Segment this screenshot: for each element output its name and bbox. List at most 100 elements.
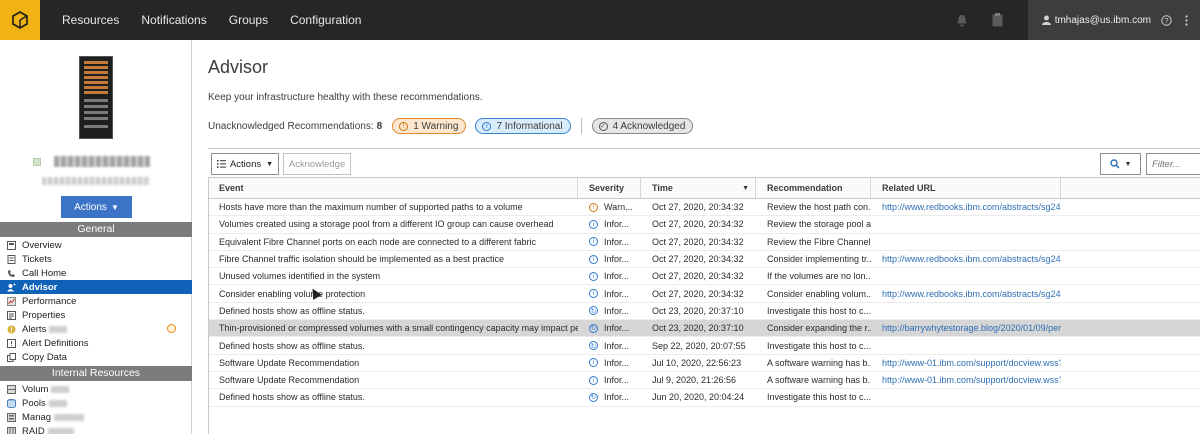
acknowledge-button[interactable]: Acknowledge — [283, 153, 351, 175]
sidebar-item-managed-disks[interactable]: Manag — [0, 410, 192, 424]
column-header-related-url[interactable]: Related URL — [871, 178, 1061, 198]
device-actions-button[interactable]: Actions ▼ — [61, 196, 132, 218]
clipboard-icon[interactable] — [980, 0, 1016, 40]
cell-severity: ↻ Infor... — [578, 389, 641, 405]
sidebar-item-raid[interactable]: RAID — [0, 424, 192, 434]
sidebar-item-properties[interactable]: Properties — [0, 308, 192, 322]
table-row[interactable]: Thin-provisioned or compressed volumes w… — [208, 320, 1200, 338]
column-header-time[interactable]: Time ▼ — [641, 178, 756, 198]
cell-time: Oct 23, 2020, 20:37:10 — [652, 323, 744, 334]
cell-event: Volumes created using a storage pool fro… — [219, 219, 554, 230]
table-row[interactable]: Software Update Recommendation i Infor... J… — [208, 355, 1200, 372]
severity-label: Infor... — [604, 254, 630, 265]
cell-severity: i Infor... — [578, 216, 641, 232]
info-icon: i — [589, 219, 598, 229]
user-icon — [1041, 15, 1051, 25]
acknowledged-filter-pill[interactable]: ✓ 4 Acknowledged — [591, 118, 694, 134]
sidebar-item-label: Advisor — [22, 281, 58, 293]
informational-filter-pill[interactable]: i 7 Informational — [475, 118, 571, 134]
cell-spacer — [1061, 355, 1200, 371]
sidebar-item-volumes[interactable]: Volum — [0, 382, 192, 396]
redacted-count — [51, 385, 70, 393]
bell-icon[interactable] — [944, 0, 980, 40]
cell-related-url[interactable]: http://www.redbooks.ibm.com/abstracts/sg… — [871, 199, 1061, 215]
sidebar-item-label: Overview — [22, 239, 62, 251]
table-row[interactable]: Volumes created using a storage pool fro… — [208, 216, 1200, 234]
storage-device-image — [79, 56, 113, 139]
column-header-event[interactable]: Event — [208, 178, 578, 198]
column-header-severity[interactable]: Severity — [578, 178, 641, 198]
table-actions-button[interactable]: Actions ▼ — [211, 153, 279, 175]
sidebar-item-label: Alerts — [22, 323, 47, 335]
sidebar-item-advisor[interactable]: Advisor — [0, 280, 192, 294]
nav-groups[interactable]: Groups — [218, 13, 279, 27]
nav-resources[interactable]: Resources — [51, 13, 130, 27]
info-icon: i — [589, 375, 598, 385]
sidebar-item-alert-definitions[interactable]: Alert Definitions — [0, 336, 192, 350]
table-row[interactable]: Defined hosts show as offline status. ↻ In… — [208, 389, 1200, 407]
cell-related-url[interactable] — [871, 303, 1061, 319]
cell-recommendation: Investigate this host to c... — [767, 392, 871, 403]
acknowledged-info-icon: ↻ — [589, 323, 598, 333]
nav-configuration[interactable]: Configuration — [279, 13, 372, 27]
column-header-time-label: Time — [652, 183, 673, 193]
table-row[interactable]: Fibre Channel traffic isolation should b… — [208, 251, 1200, 269]
checkmark-icon: ✓ — [598, 121, 608, 131]
warning-pill-label: 1 Warning — [413, 120, 459, 132]
table-row[interactable]: Unused volumes identified in the system i… — [208, 268, 1200, 286]
table-row[interactable]: Defined hosts show as offline status. ↻ In… — [208, 337, 1200, 355]
table-row[interactable]: Defined hosts show as offline status. ↻ In… — [208, 303, 1200, 321]
cell-related-url[interactable] — [871, 337, 1061, 353]
cell-related-url[interactable] — [871, 234, 1061, 250]
help-icon[interactable]: ? — [1161, 14, 1172, 26]
sidebar-item-tickets[interactable]: Tickets — [0, 252, 192, 266]
cell-event: Software Update Recommendation — [219, 375, 360, 386]
advisor-icon — [7, 282, 16, 291]
severity-label: Infor... — [604, 305, 630, 316]
table-row[interactable]: Software Update Recommendation i Infor... J… — [208, 372, 1200, 390]
table-row[interactable]: Consider enabling volume protection i Info… — [208, 285, 1200, 303]
cell-severity: ↻ Infor... — [578, 303, 641, 319]
cell-related-url[interactable] — [871, 216, 1061, 232]
product-logo[interactable] — [0, 0, 40, 40]
cell-related-url[interactable] — [871, 268, 1061, 284]
pools-icon — [7, 398, 16, 408]
warning-filter-pill[interactable]: ! 1 Warning — [392, 118, 467, 134]
severity-label: Infor... — [604, 219, 630, 230]
top-navigation-bar: Resources Notifications Groups Configura… — [0, 0, 1200, 40]
sidebar-item-call-home[interactable]: Call Home — [0, 266, 192, 280]
cell-related-url[interactable]: http://www.redbooks.ibm.com/abstracts/sg… — [871, 285, 1061, 301]
sidebar-item-alerts[interactable]: Alerts — [0, 322, 192, 336]
sidebar-item-performance[interactable]: Performance — [0, 294, 192, 308]
table-actions-label: Actions — [229, 158, 262, 170]
cell-spacer — [1061, 199, 1200, 215]
nav-notifications[interactable]: Notifications — [130, 13, 217, 27]
recommendations-table: Event Severity Time ▼ Recommendation Rel… — [208, 177, 1200, 407]
cell-recommendation: A software warning has b... — [767, 357, 871, 368]
more-options-icon[interactable] — [1181, 14, 1192, 26]
sidebar-item-pools[interactable]: Pools — [0, 396, 192, 410]
filter-input[interactable] — [1146, 153, 1200, 175]
cell-related-url[interactable]: http://www-01.ibm.com/support/docview.ws… — [871, 372, 1061, 388]
cell-related-url[interactable]: http://www-01.ibm.com/support/docview.ws… — [871, 355, 1061, 371]
column-header-recommendation[interactable]: Recommendation — [756, 178, 871, 198]
cell-recommendation: Consider implementing tr... — [767, 254, 871, 265]
cell-event: Defined hosts show as offline status. — [219, 392, 365, 403]
cell-recommendation: Investigate this host to c... — [767, 305, 871, 316]
sidebar-item-copy-data[interactable]: Copy Data — [0, 350, 192, 364]
table-row[interactable]: Hosts have more than the maximum number … — [208, 199, 1200, 217]
sidebar-item-label: Properties — [22, 309, 66, 321]
unacknowledged-count: 8 — [376, 120, 383, 132]
search-button[interactable]: ▼ — [1100, 153, 1141, 175]
cell-related-url[interactable] — [871, 389, 1061, 405]
sidebar-item-overview[interactable]: Overview — [0, 238, 192, 252]
user-menu[interactable]: tmhajas@us.ibm.com ? — [1027, 0, 1200, 40]
copy-data-icon — [7, 352, 16, 362]
cell-time: Jun 20, 2020, 20:04:24 — [652, 392, 745, 403]
svg-text:?: ? — [1164, 16, 1168, 25]
cell-related-url[interactable]: http://www.redbooks.ibm.com/abstracts/sg… — [871, 251, 1061, 267]
cell-related-url[interactable]: http://barrywhytestorage.blog/2020/01/09… — [871, 320, 1061, 336]
cell-event: Software Update Recommendation — [219, 357, 360, 368]
table-row[interactable]: Equivalent Fibre Channel ports on each n… — [208, 234, 1200, 251]
cell-event: Consider enabling volume protection — [219, 288, 366, 299]
